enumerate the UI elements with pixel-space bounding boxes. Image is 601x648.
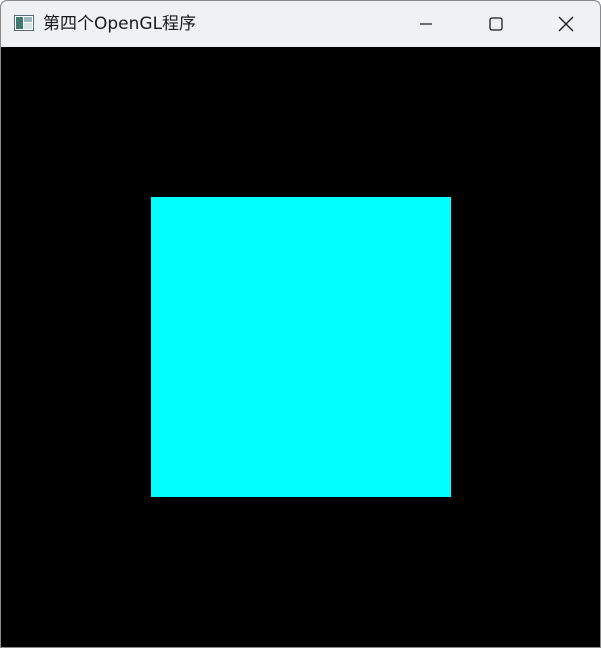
minimize-button[interactable] [391,1,461,47]
window-title: 第四个OpenGL程序 [43,14,197,34]
close-icon [558,16,574,32]
app-window: 第四个OpenGL程序 [0,0,601,648]
app-window-icon [14,15,34,31]
close-button[interactable] [531,1,600,47]
title-bar[interactable]: 第四个OpenGL程序 [1,1,600,47]
minimize-icon [420,23,432,25]
maximize-icon [489,17,503,31]
cyan-quad [151,197,451,497]
maximize-button[interactable] [461,1,531,47]
opengl-canvas[interactable] [1,47,600,647]
